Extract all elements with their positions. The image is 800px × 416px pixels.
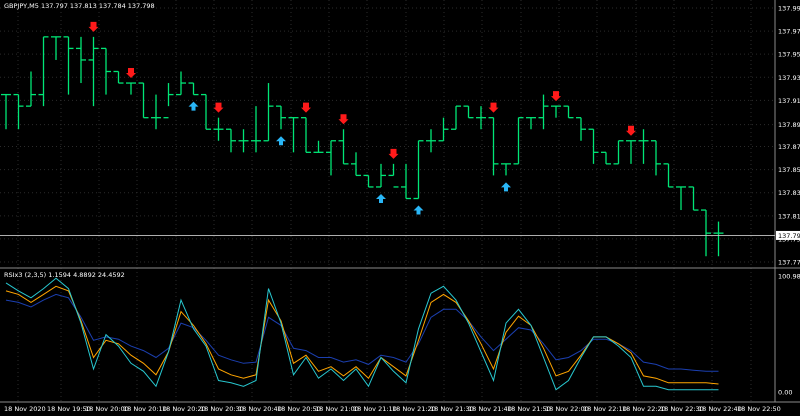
time-axis-label: 18 Nov 21:10	[353, 405, 397, 413]
trading-chart[interactable]: 137.995 137.975 137.955 137.935 137.915 137.8…	[0, 0, 800, 416]
time-axis-label: 18 Nov 20:10	[123, 405, 167, 413]
price-level-label: 137.975	[778, 28, 800, 36]
price-level-label: 137.815	[778, 212, 800, 220]
current-price-label: 137.798	[778, 232, 800, 240]
price-level-label: 137.995	[778, 5, 800, 13]
price-level-label: 137.835	[778, 189, 800, 197]
rsi-panel-header: RSIx3 (2,3,5) 1.1594 4.8892 24.4592	[4, 271, 125, 279]
price-level-label: 137.855	[778, 166, 800, 174]
rsi-max-label: 100.98	[778, 273, 800, 281]
main-chart-header: GBPJPY,M5 137.797 137.813 137.784 137.79…	[4, 2, 155, 10]
rsi-min-label: 0.00	[778, 389, 792, 397]
price-level-label: 137.915	[778, 97, 800, 105]
price-level-label: 137.955	[778, 51, 800, 59]
time-axis-label: 18 Nov 21:40	[468, 405, 512, 413]
chart-background	[0, 0, 800, 416]
time-axis-label: 18 Nov 22:10	[583, 405, 627, 413]
price-level-label: 137.875	[778, 143, 800, 151]
price-level-label: 137.935	[778, 74, 800, 82]
time-axis-label: 18 Nov 22:40	[698, 405, 742, 413]
price-level-label: 137.775	[778, 259, 800, 267]
time-axis-label: 18 Nov 2020	[4, 405, 46, 413]
time-axis-label: 18 Nov 22:50	[737, 405, 781, 413]
price-level-label: 137.894	[778, 121, 800, 129]
time-axis-label: 18 Nov 20:40	[238, 405, 282, 413]
